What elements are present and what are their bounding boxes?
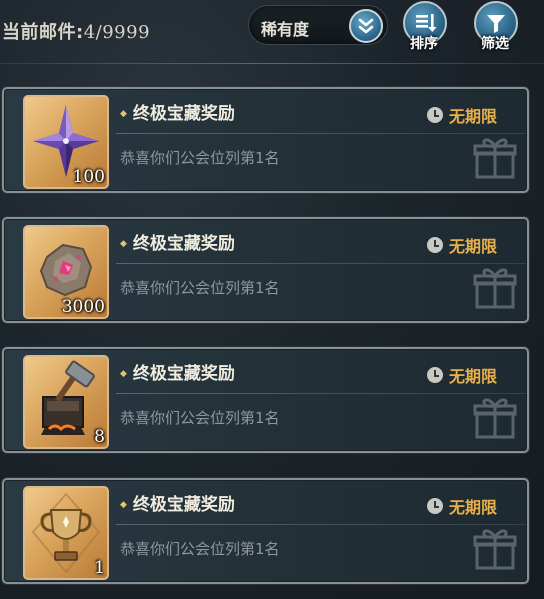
mail-title-text: 终极宝藏奖励 bbox=[132, 234, 235, 254]
mail-title: ◆ 终极宝藏奖励 bbox=[120, 359, 235, 384]
gift-box-icon bbox=[473, 138, 517, 179]
sort-dropdown-value: 稀有度 bbox=[261, 20, 310, 39]
reward-quantity: 1 bbox=[94, 558, 105, 578]
reward-quantity: 8 bbox=[94, 427, 105, 447]
reward-item-slot[interactable]: 3000 bbox=[23, 225, 109, 319]
sort-button-label[interactable]: 排序 bbox=[410, 33, 438, 53]
expiry-text: 无期限 bbox=[448, 367, 497, 386]
clock-icon bbox=[426, 237, 443, 253]
reward-item-slot[interactable]: 100 bbox=[23, 95, 109, 189]
mail-item[interactable]: 1 ◆ 终极宝藏奖励 无期限 恭喜你们公会位列第1名 bbox=[2, 478, 529, 584]
gift-box-icon bbox=[473, 398, 517, 439]
filter-button-label[interactable]: 筛选 bbox=[481, 33, 509, 53]
mail-divider bbox=[116, 263, 526, 264]
reward-quantity: 3000 bbox=[61, 297, 105, 317]
gift-box-icon bbox=[473, 268, 517, 309]
header-divider bbox=[0, 63, 544, 64]
expiry-text: 无期限 bbox=[448, 498, 497, 517]
mail-expiry: 无期限 bbox=[426, 103, 497, 127]
mail-title: ◆ 终极宝藏奖励 bbox=[120, 99, 235, 124]
mail-divider bbox=[116, 524, 526, 525]
mail-count-label: 当前邮件: bbox=[2, 22, 84, 43]
expiry-text: 无期限 bbox=[448, 237, 497, 256]
gift-box-icon bbox=[473, 529, 517, 570]
clock-icon bbox=[426, 107, 443, 123]
mail-divider bbox=[116, 133, 526, 134]
diamond-bullet-icon: ◆ bbox=[120, 500, 127, 510]
mail-message: 恭喜你们公会位列第1名 bbox=[120, 540, 280, 558]
mail-expiry: 无期限 bbox=[426, 363, 497, 387]
mail-message: 恭喜你们公会位列第1名 bbox=[120, 149, 280, 167]
mail-message: 恭喜你们公会位列第1名 bbox=[120, 279, 280, 297]
clock-icon bbox=[426, 367, 443, 383]
reward-item-slot[interactable]: 1 bbox=[23, 486, 109, 580]
mail-header: 当前邮件:4/9999 稀有度 排序 筛选 bbox=[0, 0, 544, 60]
diamond-bullet-icon: ◆ bbox=[120, 239, 127, 249]
double-chevron-down-icon[interactable] bbox=[349, 9, 383, 43]
mail-title: ◆ 终极宝藏奖励 bbox=[120, 229, 235, 254]
mail-item[interactable]: 100 ◆ 终极宝藏奖励 无期限 恭喜你们公会位列第1名 bbox=[2, 87, 529, 193]
diamond-bullet-icon: ◆ bbox=[120, 109, 127, 119]
diamond-bullet-icon: ◆ bbox=[120, 369, 127, 379]
mail-title-text: 终极宝藏奖励 bbox=[132, 364, 235, 384]
mail-expiry: 无期限 bbox=[426, 233, 497, 257]
mail-divider bbox=[116, 393, 526, 394]
reward-item-slot[interactable]: 8 bbox=[23, 355, 109, 449]
reward-quantity: 100 bbox=[72, 167, 105, 187]
mail-title-text: 终极宝藏奖励 bbox=[132, 495, 235, 515]
mail-item[interactable]: 8 ◆ 终极宝藏奖励 无期限 恭喜你们公会位列第1名 bbox=[2, 347, 529, 453]
mail-message: 恭喜你们公会位列第1名 bbox=[120, 409, 280, 427]
mail-item[interactable]: 3000 ◆ 终极宝藏奖励 无期限 恭喜你们公会位列第1名 bbox=[2, 217, 529, 323]
mail-count: 当前邮件:4/9999 bbox=[2, 18, 150, 44]
mail-expiry: 无期限 bbox=[426, 494, 497, 518]
sort-dropdown[interactable]: 稀有度 bbox=[248, 5, 388, 45]
mail-title: ◆ 终极宝藏奖励 bbox=[120, 490, 235, 515]
mail-title-text: 终极宝藏奖励 bbox=[132, 104, 235, 124]
expiry-text: 无期限 bbox=[448, 107, 497, 126]
clock-icon bbox=[426, 498, 443, 514]
mail-count-value: 4/9999 bbox=[83, 22, 151, 43]
